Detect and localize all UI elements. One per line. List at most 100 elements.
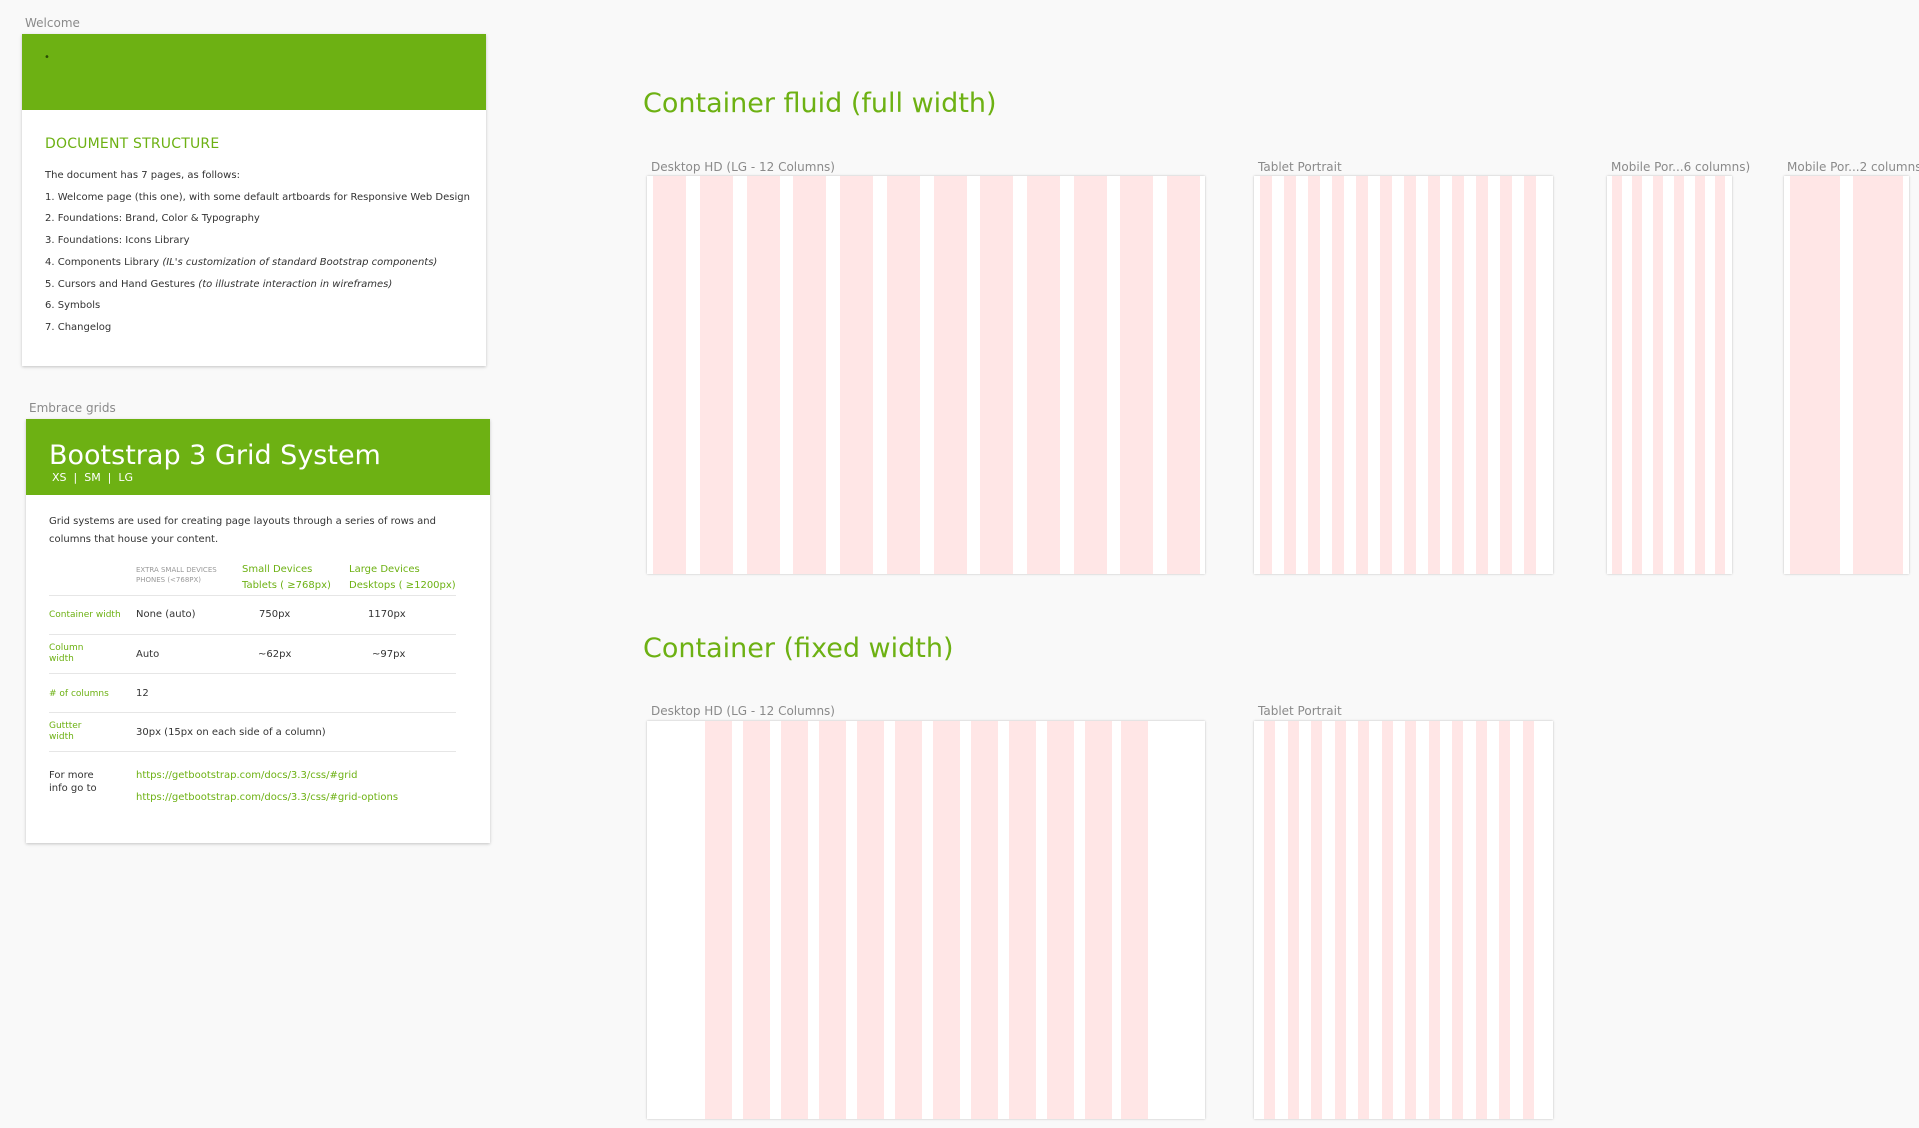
grid-column	[1695, 176, 1705, 574]
artboard-label-fluid-mobile-6[interactable]: Mobile Por...6 columns)	[1611, 160, 1750, 174]
grid-column	[653, 176, 686, 574]
fluid-mobile-2col-artboard[interactable]	[1784, 176, 1909, 574]
grid-column	[705, 721, 732, 1119]
page-list-item: 3. Foundations: Icons Library	[45, 235, 190, 247]
grid-column	[1167, 176, 1200, 574]
grid-column	[1284, 176, 1296, 574]
artboard-label-fluid-desktop[interactable]: Desktop HD (LG - 12 Columns)	[651, 160, 835, 174]
grid-column	[1260, 176, 1272, 574]
grid-column	[1264, 721, 1275, 1119]
grid-column	[1500, 176, 1512, 574]
table-divider	[49, 751, 456, 752]
grid-column	[1452, 176, 1464, 574]
grid-column	[1523, 721, 1534, 1119]
welcome-artboard[interactable]: • DOCUMENT STRUCTURE The document has 7 …	[22, 34, 486, 366]
grid-column	[1499, 721, 1510, 1119]
page-list-note: (to illustrate interaction in wireframes…	[198, 278, 393, 290]
grid-column	[971, 721, 998, 1119]
row-label-container-width: Container width	[49, 610, 121, 620]
grid-column	[781, 721, 808, 1119]
column-header-sm: Small Devices Tablets ( ≥768px)	[242, 564, 331, 591]
grid-intro-text: Grid systems are used for creating page …	[49, 516, 436, 545]
section-title-fixed: Container (fixed width)	[643, 633, 954, 664]
document-intro: The document has 7 pages, as follows:	[45, 170, 240, 181]
cell-container-width-xs: None (auto)	[136, 609, 196, 620]
cell-column-width-sm: ~62px	[258, 649, 292, 660]
grid-column	[1405, 721, 1416, 1119]
grid-column	[1790, 176, 1840, 574]
grid-column	[793, 176, 826, 574]
grid-column	[743, 721, 770, 1119]
grid-column	[1380, 176, 1392, 574]
grid-column	[1653, 176, 1663, 574]
grid-column	[1074, 176, 1107, 574]
document-structure-body: The document has 7 pages, as follows: 1.…	[45, 165, 470, 339]
grid-column	[1009, 721, 1036, 1119]
grid-system-artboard[interactable]: Bootstrap 3 Grid System XS | SM | LG Gri…	[26, 419, 490, 843]
artboard-label-fixed-tablet[interactable]: Tablet Portrait	[1258, 704, 1342, 718]
grid-column	[1335, 721, 1346, 1119]
artboard-label-welcome[interactable]: Welcome	[25, 16, 80, 30]
page-list-item: 6. Symbols	[45, 300, 101, 312]
page-list-item: 5. Cursors and Hand Gestures (to illustr…	[45, 278, 393, 290]
page-list-item: 1. Welcome page (this one), with some de…	[45, 191, 470, 203]
fixed-desktop-artboard[interactable]	[647, 721, 1205, 1119]
cell-container-width-lg: 1170px	[368, 609, 406, 620]
fluid-mobile-6col-artboard[interactable]	[1607, 176, 1732, 574]
grid-column	[887, 176, 920, 574]
grid-column	[1612, 176, 1622, 574]
grid-column	[1027, 176, 1060, 574]
row-label-column-width: Column width	[49, 643, 84, 664]
grid-system-title: Bootstrap 3 Grid System	[49, 440, 381, 471]
grid-column	[1674, 176, 1684, 574]
cell-number-of-columns: 12	[136, 688, 149, 699]
artboard-label-fixed-desktop[interactable]: Desktop HD (LG - 12 Columns)	[651, 704, 835, 718]
cell-gutter-width: 30px (15px on each side of a column)	[136, 727, 326, 738]
more-info-label: For more info go to	[49, 770, 97, 794]
grid-column	[1476, 176, 1488, 574]
artboard-label-fluid-mobile-2[interactable]: Mobile Por...2 columns)	[1787, 160, 1919, 174]
grid-breakpoints-subtitle: XS | SM | LG	[52, 471, 134, 484]
grid-column	[700, 176, 733, 574]
grid-column	[1632, 176, 1642, 574]
grid-column	[934, 176, 967, 574]
grid-header-bar: Bootstrap 3 Grid System XS | SM | LG	[26, 419, 490, 495]
artboard-label-embrace-grids[interactable]: Embrace grids	[29, 401, 116, 415]
grid-column	[1853, 176, 1903, 574]
grid-column	[1452, 721, 1463, 1119]
welcome-header-bar: •	[22, 34, 486, 110]
grid-column	[1715, 176, 1725, 574]
fluid-tablet-artboard[interactable]	[1254, 176, 1553, 574]
row-label-number-of-columns: # of columns	[49, 689, 109, 699]
cell-column-width-lg: ~97px	[372, 649, 406, 660]
section-title-fluid: Container fluid (full width)	[643, 88, 997, 119]
grid-column	[1524, 176, 1536, 574]
grid-column	[747, 176, 780, 574]
page-list-item: 2. Foundations: Brand, Color & Typograph…	[45, 213, 260, 225]
document-structure-title: DOCUMENT STRUCTURE	[45, 136, 220, 152]
grid-column	[1476, 721, 1487, 1119]
grid-column	[1288, 721, 1299, 1119]
artboard-label-fluid-tablet[interactable]: Tablet Portrait	[1258, 160, 1342, 174]
column-header-lg: Large Devices Desktops ( ≥1200px)	[349, 564, 456, 591]
grid-column	[1311, 721, 1322, 1119]
grid-column	[819, 721, 846, 1119]
column-header-xs: EXTRA SMALL DEVICES PHONES (<768PX)	[136, 566, 217, 584]
fixed-tablet-artboard[interactable]	[1254, 721, 1553, 1119]
grid-column	[1308, 176, 1320, 574]
link-bootstrap-grid-options[interactable]: https://getbootstrap.com/docs/3.3/css/#g…	[136, 791, 398, 805]
table-divider	[49, 712, 456, 713]
grid-column	[1120, 176, 1153, 574]
cell-container-width-sm: 750px	[259, 609, 291, 620]
link-bootstrap-grid[interactable]: https://getbootstrap.com/docs/3.3/css/#g…	[136, 769, 357, 783]
grid-column	[1358, 721, 1369, 1119]
grid-column	[1382, 721, 1393, 1119]
grid-column	[1429, 721, 1440, 1119]
fluid-desktop-artboard[interactable]	[647, 176, 1205, 574]
grid-column	[840, 176, 873, 574]
cell-column-width-xs: Auto	[136, 649, 160, 660]
table-divider	[49, 673, 456, 674]
header-marker: •	[44, 52, 50, 63]
grid-column	[1332, 176, 1344, 574]
grid-column	[1428, 176, 1440, 574]
